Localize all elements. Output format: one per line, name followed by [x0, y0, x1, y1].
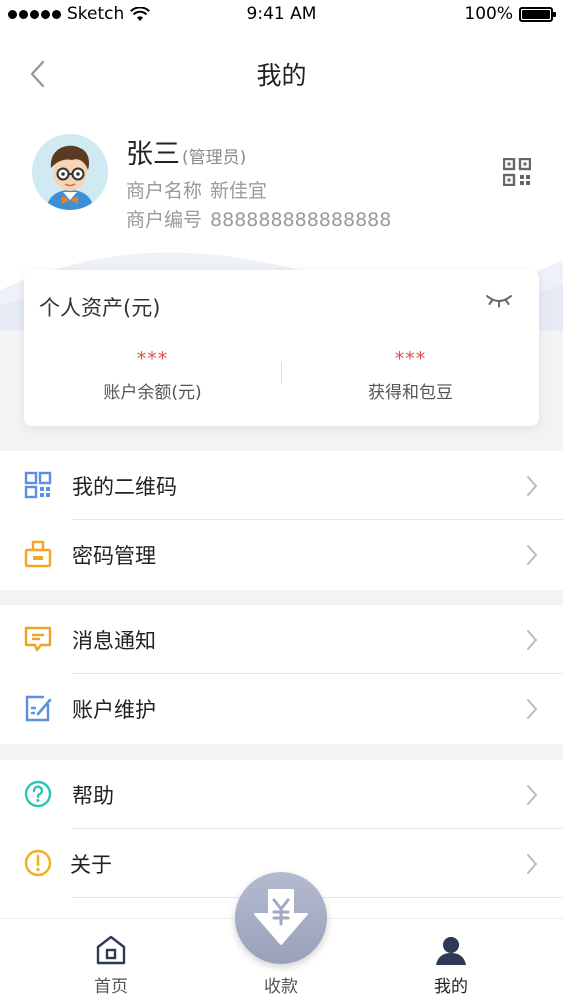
receive-money-button[interactable] [235, 872, 327, 964]
menu-item-label: 消息通知 [72, 628, 156, 653]
menu-item-label: 帮助 [72, 783, 114, 808]
chevron-right-icon [527, 545, 537, 565]
tab-mine[interactable]: 我的 [391, 919, 511, 1000]
info-icon [24, 849, 52, 877]
avatar-image [32, 134, 108, 210]
balance-block[interactable]: *** 账户余额(元) [24, 348, 281, 403]
chevron-right-icon [527, 785, 537, 805]
user-role: (管理员) [182, 148, 247, 168]
lock-icon [24, 540, 52, 568]
menu-item-label: 账户维护 [72, 697, 156, 722]
name-row: 张三 (管理员) [126, 132, 246, 171]
menu-group-account: 我的二维码 密码管理 [0, 451, 563, 590]
menu-item-messages[interactable]: 消息通知 [0, 605, 563, 674]
chevron-right-icon [527, 699, 537, 719]
menu-item-label: 关于 [70, 852, 112, 877]
merchant-id-value: 888888888888888 [210, 209, 392, 231]
tab-label: 收款 [264, 977, 298, 997]
user-icon [436, 937, 466, 965]
menu-item-my-qrcode[interactable]: 我的二维码 [0, 451, 563, 520]
eye-closed-icon [486, 295, 512, 308]
asset-title: 个人资产(元) [39, 296, 161, 320]
balance-value: *** [136, 348, 169, 370]
toggle-visibility-button[interactable] [485, 292, 515, 312]
merchant-name-label: 商户名称 [126, 180, 203, 202]
merchant-name-value: 新佳宜 [210, 180, 268, 202]
merchant-name-row: 商户名称 新佳宜 [126, 176, 267, 203]
help-icon [24, 780, 52, 808]
nav-bar: 我的 [0, 30, 563, 118]
merchant-id-label: 商户编号 [126, 209, 203, 231]
receive-money-icon [254, 889, 308, 945]
battery-info: 100% [464, 4, 556, 24]
menu-item-help[interactable]: 帮助 [0, 760, 563, 829]
beans-label: 获得和包豆 [368, 383, 453, 403]
asset-card: 个人资产(元) *** 账户余额(元) *** 获得和包豆 [24, 270, 539, 426]
page-title: 我的 [256, 61, 307, 90]
balance-label: 账户余额(元) [103, 383, 202, 403]
beans-value: *** [394, 348, 427, 370]
status-bar: Sketch 9:41 AM 100% [0, 0, 563, 30]
beans-block[interactable]: *** 获得和包豆 [282, 348, 539, 403]
merchant-id-row: 商户编号 888888888888888 [126, 205, 391, 232]
tab-label: 我的 [434, 977, 468, 997]
menu-item-label: 密码管理 [72, 543, 156, 568]
message-icon [24, 626, 52, 652]
menu-item-account-maintenance[interactable]: 账户维护 [0, 674, 563, 743]
qrcode-button[interactable] [502, 157, 533, 188]
menu-item-label: 我的二维码 [72, 474, 177, 499]
chevron-right-icon [527, 854, 537, 874]
qrcode-icon [502, 157, 532, 187]
profile-section: 张三 (管理员) 商户名称 新佳宜 商户编号 888888888888888 [0, 130, 563, 240]
tab-home[interactable]: 首页 [51, 919, 171, 1000]
tab-label: 首页 [94, 977, 128, 997]
user-name: 张三 [126, 139, 180, 170]
battery-percent: 100% [464, 4, 513, 24]
battery-icon [519, 6, 556, 22]
avatar[interactable] [32, 134, 108, 210]
chevron-right-icon [527, 476, 537, 496]
edit-icon [25, 695, 52, 722]
chevron-right-icon [527, 630, 537, 650]
qrcode-icon [24, 471, 52, 499]
menu-item-password[interactable]: 密码管理 [0, 520, 563, 589]
home-icon [96, 935, 126, 965]
menu-group-notifications: 消息通知 账户维护 [0, 605, 563, 744]
